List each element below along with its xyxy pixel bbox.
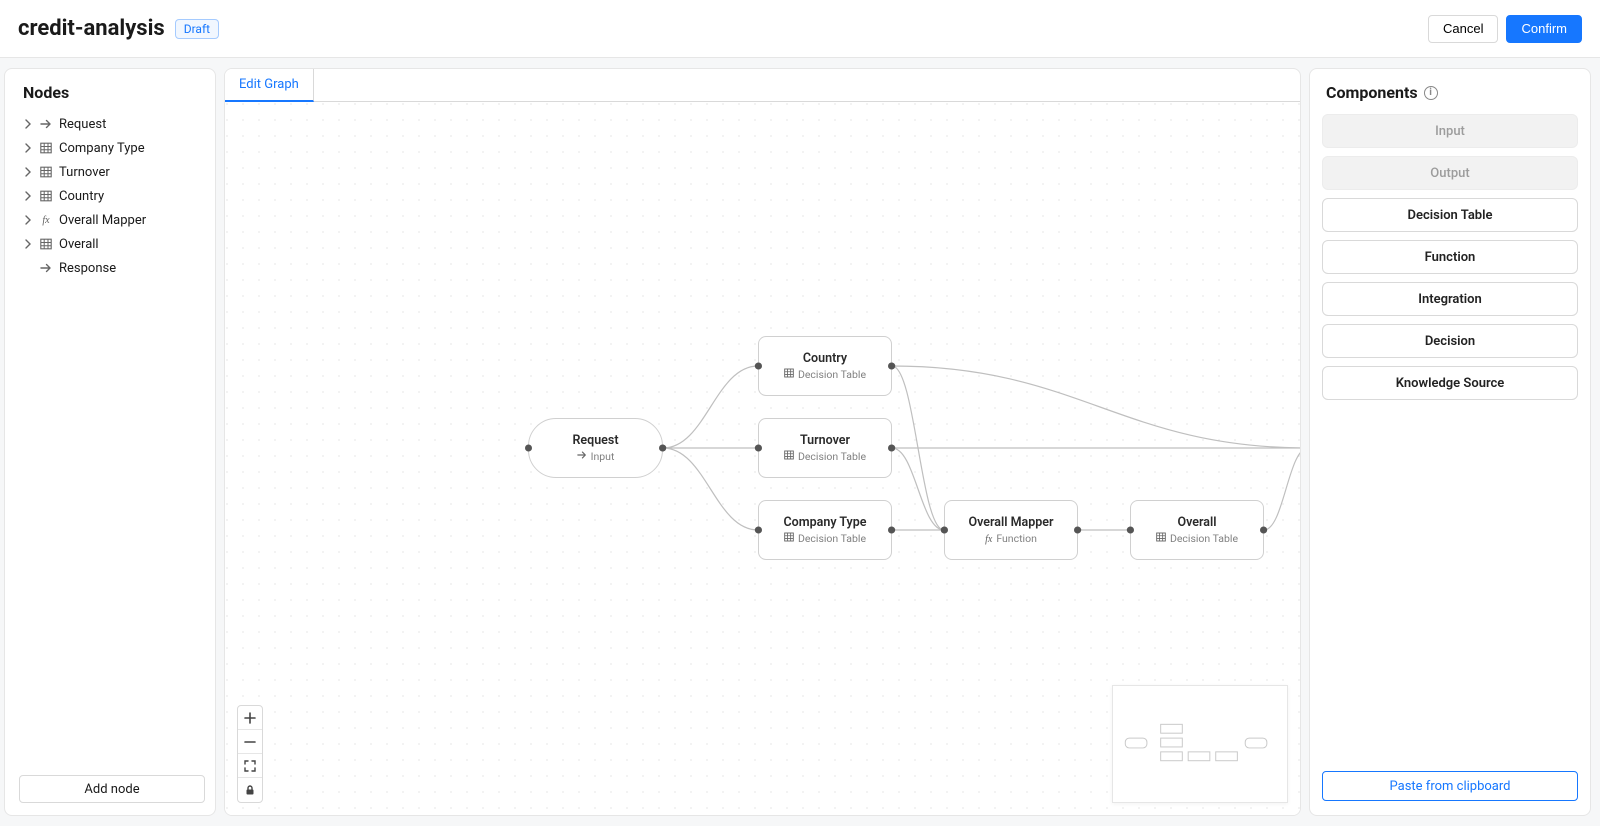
port-out[interactable] xyxy=(1260,527,1267,534)
graph-node-title: Request xyxy=(572,433,618,448)
expand-icon xyxy=(244,760,256,772)
caret-right-icon xyxy=(23,215,33,225)
graph-tabs: Edit Graph xyxy=(225,69,1300,102)
component-item: Output xyxy=(1322,156,1578,190)
graph-node[interactable]: Overall Decision Table xyxy=(1130,500,1264,560)
caret-right-icon xyxy=(23,167,33,177)
caret-right-icon xyxy=(23,119,33,129)
component-item[interactable]: Knowledge Source xyxy=(1322,366,1578,400)
nodes-tree-item[interactable]: Overall xyxy=(19,232,205,256)
port-in[interactable] xyxy=(755,363,762,370)
components-title-text: Components xyxy=(1326,83,1418,102)
minus-icon xyxy=(244,736,256,748)
caret-right-icon xyxy=(23,191,33,201)
port-out[interactable] xyxy=(888,527,895,534)
nodes-tree-item-label: Country xyxy=(59,189,104,204)
graph-node[interactable]: Request Input xyxy=(528,418,663,478)
caret-right-icon xyxy=(23,239,33,249)
zoom-out-button[interactable] xyxy=(238,730,262,754)
graph-node[interactable]: Overall Mapper fxFunction xyxy=(944,500,1078,560)
nodes-tree-item-label: Response xyxy=(59,261,116,276)
port-out[interactable] xyxy=(888,445,895,452)
nodes-tree-item-label: Overall xyxy=(59,237,99,252)
nodes-tree-item-label: Request xyxy=(59,117,106,132)
zoom-in-button[interactable] xyxy=(238,706,262,730)
component-item: Input xyxy=(1322,114,1578,148)
fx-icon: fx xyxy=(39,213,53,227)
port-out[interactable] xyxy=(888,363,895,370)
add-node-button[interactable]: Add node xyxy=(19,775,205,803)
graph-node-title: Overall Mapper xyxy=(968,515,1053,530)
caret-right-icon xyxy=(23,143,33,153)
graph-node-title: Country xyxy=(803,351,847,366)
port-in[interactable] xyxy=(1127,527,1134,534)
table-icon xyxy=(39,189,53,203)
nodes-panel-title: Nodes xyxy=(23,83,205,102)
nodes-tree-item[interactable]: Response xyxy=(19,256,205,280)
paste-from-clipboard-button[interactable]: Paste from clipboard xyxy=(1322,771,1578,801)
page-title: credit-analysis xyxy=(18,16,165,41)
plus-icon xyxy=(244,712,256,724)
zoom-lock-button[interactable] xyxy=(238,778,262,802)
components-list: Input Output Decision Table Function Integra… xyxy=(1322,114,1578,400)
graph-node[interactable]: Country Decision Table xyxy=(758,336,892,396)
tab-edit-graph[interactable]: Edit Graph xyxy=(225,69,314,102)
info-icon[interactable]: i xyxy=(1424,86,1438,100)
graph-node[interactable]: Company Type Decision Table xyxy=(758,500,892,560)
main-layout: Nodes Request Company Type Turnover Country… xyxy=(0,58,1600,826)
canvas-wrap: RequestInputCountryDecision TableTurnove… xyxy=(225,102,1300,815)
graph-node-subtitle: Decision Table xyxy=(784,368,866,381)
nodes-tree-item-label: Turnover xyxy=(59,165,110,180)
graph-node-subtitle: Decision Table xyxy=(784,532,866,545)
component-item[interactable]: Function xyxy=(1322,240,1578,274)
component-item[interactable]: Integration xyxy=(1322,282,1578,316)
nodes-tree-item-label: Overall Mapper xyxy=(59,213,146,228)
zoom-fit-button[interactable] xyxy=(238,754,262,778)
components-panel: Components i Input Output Decision Table Fu… xyxy=(1309,68,1591,816)
arrow-icon xyxy=(39,261,53,275)
header-actions: Cancel Confirm xyxy=(1428,15,1582,43)
nodes-tree-item-label: Company Type xyxy=(59,141,145,156)
confirm-button[interactable]: Confirm xyxy=(1506,15,1582,43)
nodes-tree-item[interactable]: fx Overall Mapper xyxy=(19,208,205,232)
graph-node-subtitle: Decision Table xyxy=(1156,532,1238,545)
nodes-tree-item[interactable]: Company Type xyxy=(19,136,205,160)
graph-panel: Edit Graph Request Input Country Decision T… xyxy=(224,68,1301,816)
graph-node-title: Overall xyxy=(1177,515,1216,530)
port-in[interactable] xyxy=(755,527,762,534)
zoom-controls xyxy=(237,705,263,803)
arrow-icon xyxy=(39,117,53,131)
cancel-button[interactable]: Cancel xyxy=(1428,15,1498,43)
port-in[interactable] xyxy=(755,445,762,452)
table-icon xyxy=(39,141,53,155)
component-item[interactable]: Decision xyxy=(1322,324,1578,358)
component-item[interactable]: Decision Table xyxy=(1322,198,1578,232)
port-in[interactable] xyxy=(941,527,948,534)
nodes-tree-item[interactable]: Request xyxy=(19,112,205,136)
header-bar: credit-analysis Draft Cancel Confirm xyxy=(0,0,1600,58)
graph-node-title: Turnover xyxy=(800,433,850,448)
port-out[interactable] xyxy=(1074,527,1081,534)
port-out[interactable] xyxy=(659,445,666,452)
status-badge: Draft xyxy=(175,19,219,39)
table-icon xyxy=(39,237,53,251)
table-icon xyxy=(39,165,53,179)
minimap[interactable] xyxy=(1112,685,1288,803)
nodes-tree-item[interactable]: Turnover xyxy=(19,160,205,184)
nodes-panel: Nodes Request Company Type Turnover Country… xyxy=(4,68,216,816)
lock-icon xyxy=(244,784,256,796)
caret-right-icon xyxy=(23,263,33,273)
graph-node-subtitle: fxFunction xyxy=(985,532,1037,545)
nodes-tree-item[interactable]: Country xyxy=(19,184,205,208)
graph-node-title: Company Type xyxy=(783,515,866,530)
nodes-tree: Request Company Type Turnover Country fx Over… xyxy=(19,112,205,280)
graph-node[interactable]: Turnover Decision Table xyxy=(758,418,892,478)
components-title: Components i xyxy=(1326,83,1578,102)
graph-node-subtitle: Input xyxy=(577,450,615,463)
port-in[interactable] xyxy=(525,445,532,452)
graph-node-subtitle: Decision Table xyxy=(784,450,866,463)
